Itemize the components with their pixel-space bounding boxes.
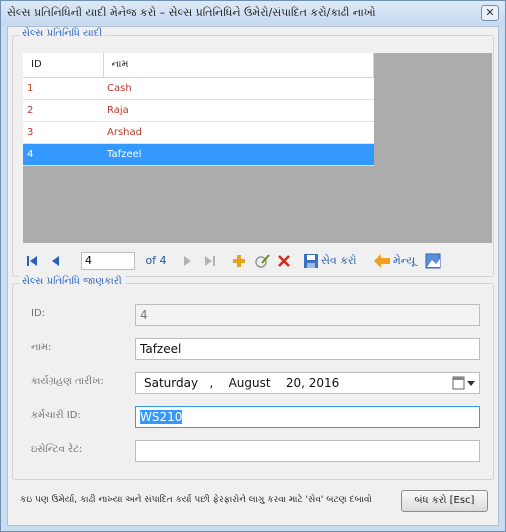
cell-id[interactable]: 2	[23, 99, 103, 122]
employee-id-value: WS210	[140, 410, 183, 424]
column-header-id[interactable]: ID	[23, 53, 104, 78]
cell-name[interactable]: Arshad	[103, 121, 374, 144]
delete-icon[interactable]	[277, 252, 291, 270]
cell-id[interactable]: 4	[23, 143, 103, 166]
cell-id[interactable]: 1	[23, 77, 103, 100]
cell-id[interactable]: 3	[23, 121, 103, 144]
list-group-title: સેલ્સ પ્રતિનિધિ યાદી	[19, 28, 106, 39]
table-row[interactable]: 1 Cash	[23, 77, 374, 100]
join-date-label: કાર્યગ્રહણ તારીખ:	[31, 376, 104, 387]
save-icon[interactable]	[303, 252, 319, 270]
name-label: નામ:	[31, 342, 52, 353]
move-next-icon[interactable]	[181, 252, 193, 270]
incentive-rate-field[interactable]	[135, 440, 480, 462]
position-input[interactable]: 4	[81, 252, 135, 270]
move-first-icon[interactable]	[25, 252, 39, 270]
id-label: ID:	[31, 308, 46, 319]
table-row[interactable]: 2 Raja	[23, 99, 374, 122]
menu-button[interactable]: મેન્યૂ	[393, 252, 427, 270]
data-grid[interactable]: ID નામ 1 Cash 2 Raja 3 Arshad 4 Tafzeel	[23, 53, 492, 243]
cell-name[interactable]: Cash	[103, 77, 374, 100]
calendar-dropdown-icon[interactable]	[452, 376, 476, 390]
footer-hint: કઇ પણ ઉમેર્યા, કાઢી નાખ્યા અને સંપાદિત ક…	[20, 495, 372, 505]
details-group: સેલ્સ પ્રતિનિધિ જાણકારી ID: 4 નામ: Tafze…	[12, 276, 494, 480]
binding-navigator: 4 of 4 સેવ કરો મેન્યૂ	[23, 250, 493, 272]
name-field[interactable]: Tafzeel	[135, 338, 480, 360]
id-field[interactable]: 4	[135, 304, 480, 326]
join-date-picker[interactable]: Saturday , August 20, 2016	[135, 372, 480, 394]
move-last-icon[interactable]	[203, 252, 217, 270]
add-new-icon[interactable]	[231, 252, 247, 270]
window-title: સેલ્સ પ્રતિનિધિની યાદી મેનેજ કરો – સેલ્સ…	[7, 6, 376, 19]
record-count: of 4	[145, 254, 167, 267]
employee-id-label: કર્મચારી ID:	[31, 410, 81, 421]
move-previous-icon[interactable]	[49, 252, 61, 270]
cell-name[interactable]: Raja	[103, 99, 374, 122]
incentive-rate-label: ઇસેન્ટિવ રેટ:	[31, 444, 83, 455]
table-row-selected[interactable]: 4 Tafzeel	[23, 143, 374, 166]
save-button[interactable]: સેવ કરો	[321, 252, 361, 270]
back-arrow-icon[interactable]	[373, 252, 391, 270]
close-button[interactable]: બંધ કરો [Esc]	[401, 490, 488, 512]
picture-icon[interactable]	[425, 252, 441, 270]
cell-name[interactable]: Tafzeel	[103, 143, 374, 166]
edit-icon[interactable]	[253, 252, 271, 270]
client-area: સેલ્સ પ્રતિનિધિ યાદી ID નામ 1 Cash 2 Raj…	[7, 26, 499, 526]
title-bar[interactable]: સેલ્સ પ્રતિનિધિની યાદી મેનેજ કરો – સેલ્સ…	[1, 1, 505, 25]
join-date-value: Saturday , August 20, 2016	[144, 376, 340, 390]
window-close-button[interactable]: ✕	[481, 5, 499, 21]
dialog-window: સેલ્સ પ્રતિનિધિની યાદી મેનેજ કરો – સેલ્સ…	[0, 0, 506, 532]
details-group-title: સેલ્સ પ્રતિનિધિ જાણકારી	[19, 276, 125, 287]
table-row[interactable]: 3 Arshad	[23, 121, 374, 144]
column-header-name[interactable]: નામ	[103, 53, 374, 78]
list-group: સેલ્સ પ્રતિનિધિ યાદી ID નામ 1 Cash 2 Raj…	[12, 28, 494, 277]
employee-id-field[interactable]: WS210	[135, 406, 480, 428]
grid-table: ID નામ 1 Cash 2 Raja 3 Arshad 4 Tafzeel	[23, 53, 374, 166]
